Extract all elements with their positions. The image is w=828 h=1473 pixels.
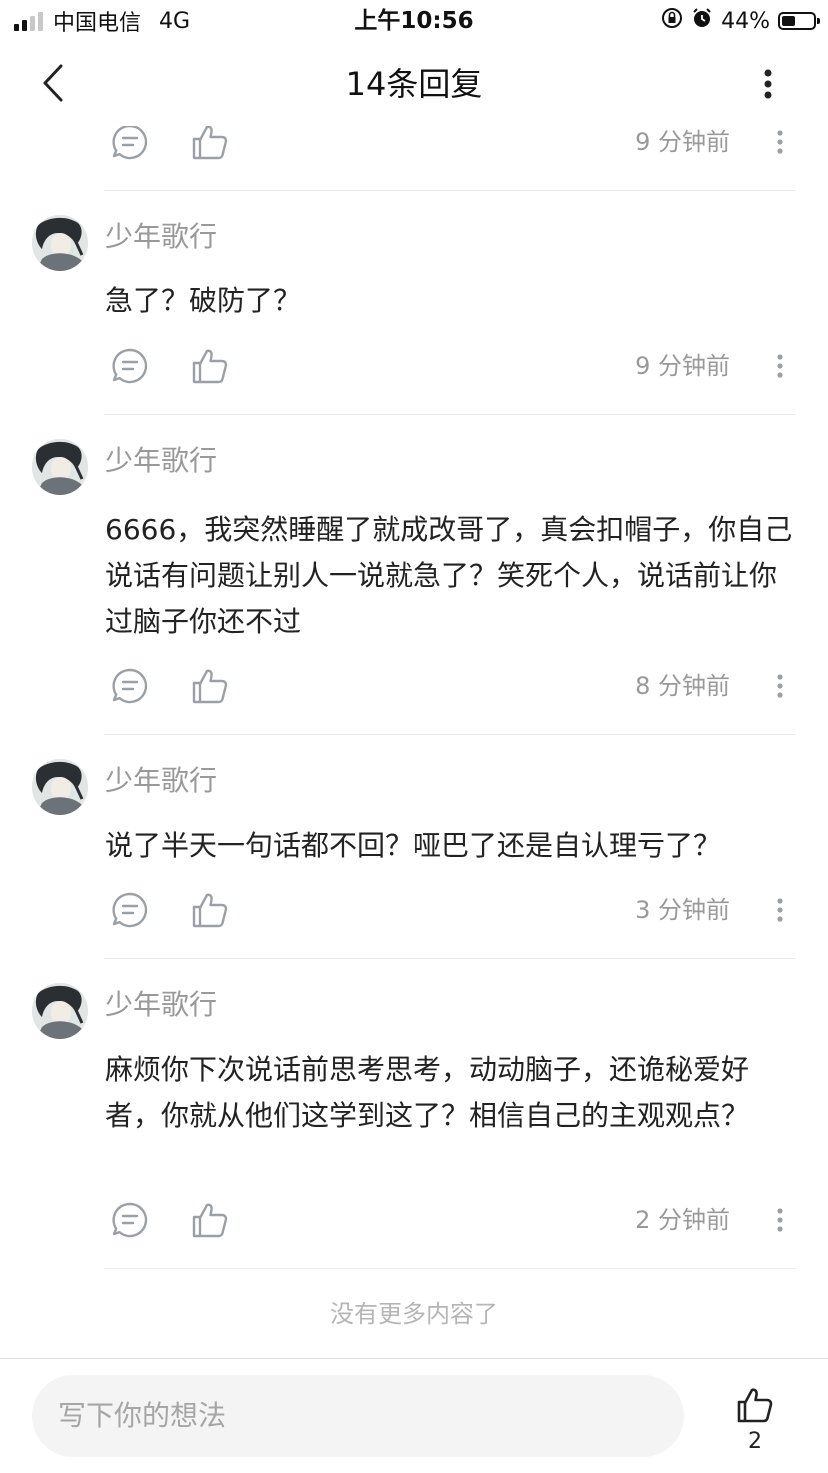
action-row: 2 分钟前 [104,1196,804,1244]
comment-author[interactable]: 少年歌行 [105,763,217,799]
status-right: 44% [661,6,820,36]
comment-text: 说了半天一句话都不回？哑巴了还是自认理亏了？ [105,829,722,862]
bottom-bar: 写下你的想法 2 [0,1358,828,1473]
like-button[interactable] [186,662,234,710]
comment-author[interactable]: 少年歌行 [105,987,217,1023]
reply-button[interactable] [106,1196,154,1244]
more-vertical-icon [764,69,772,99]
reply-button[interactable] [106,342,154,390]
reply-button[interactable] [106,662,154,710]
comment-more-button[interactable] [760,890,800,930]
avatar[interactable] [32,215,88,271]
rotation-lock-icon [661,7,683,35]
reply-time: 2 分钟前 [635,1206,730,1234]
nav-bar: 14条回复 [0,42,828,126]
like-button[interactable] [186,886,234,934]
comment-text: 麻烦你下次说话前思考思考，动动脑子，还诡秘爱好者，你就从他们这学到这了？相信自己… [105,1053,750,1132]
comment-input[interactable]: 写下你的想法 [32,1375,684,1457]
like-count: 2 [748,1429,762,1454]
reply-button[interactable] [106,886,154,934]
battery-icon [778,12,820,30]
thumbs-up-icon [192,669,228,704]
like-button[interactable] [186,342,234,390]
post-like-button[interactable] [730,1383,780,1427]
comment-more-button[interactable] [760,1200,800,1240]
more-vertical-icon [777,674,783,698]
divider [104,190,796,191]
reply-time: 9 分钟前 [635,128,730,156]
comment-more-button[interactable] [760,126,800,162]
like-button[interactable] [186,1196,234,1244]
thumbs-up-icon [192,893,228,928]
action-row: 8 分钟前 [104,662,804,710]
thumbs-up-icon [192,126,228,160]
comment-bubble-icon [112,668,148,704]
more-options-button[interactable] [748,62,788,106]
reply-time: 8 分钟前 [635,672,730,700]
more-vertical-icon [777,354,783,378]
thumbs-up-icon [192,349,228,384]
comment-text: 急了？破防了？ [105,284,302,317]
like-button[interactable] [186,126,234,166]
comment-bubble-icon [112,348,148,384]
more-vertical-icon [777,898,783,922]
battery-percent: 44% [721,8,770,34]
avatar[interactable] [32,759,88,815]
comment-bubble-icon [112,126,148,160]
reply-button[interactable] [106,126,154,166]
comment-author[interactable]: 少年歌行 [105,219,217,255]
alarm-icon [691,7,713,35]
end-of-list-text: 没有更多内容了 [330,1300,498,1328]
comment-more-button[interactable] [760,346,800,386]
avatar[interactable] [32,439,88,495]
comment-more-button[interactable] [760,666,800,706]
divider [104,414,796,415]
reply-time: 9 分钟前 [635,352,730,380]
action-row: 9 分钟前 [104,126,804,166]
comment-bubble-icon [112,1202,148,1238]
reply-list[interactable]: 9 分钟前 少年歌行 急了？破防了？ 9 分钟前 少年歌行 6666，我突然睡醒… [0,126,828,1356]
comment-author[interactable]: 少年歌行 [105,443,217,479]
reply-time: 3 分钟前 [635,896,730,924]
thumbs-up-icon [737,1388,773,1423]
divider [104,1268,796,1269]
action-row: 3 分钟前 [104,886,804,934]
thumbs-up-icon [192,1203,228,1238]
more-vertical-icon [777,130,783,154]
more-vertical-icon [777,1208,783,1232]
divider [104,958,796,959]
comment-bubble-icon [112,892,148,928]
status-bar: 中国电信 4G 上午10:56 44% [0,0,828,42]
action-row: 9 分钟前 [104,342,804,390]
comment-text: 6666，我突然睡醒了就成改哥了，真会扣帽子，你自己说话有问题让别人一说就急了？… [105,513,793,638]
page-title: 14条回复 [345,65,483,103]
avatar[interactable] [32,983,88,1039]
divider [104,734,796,735]
